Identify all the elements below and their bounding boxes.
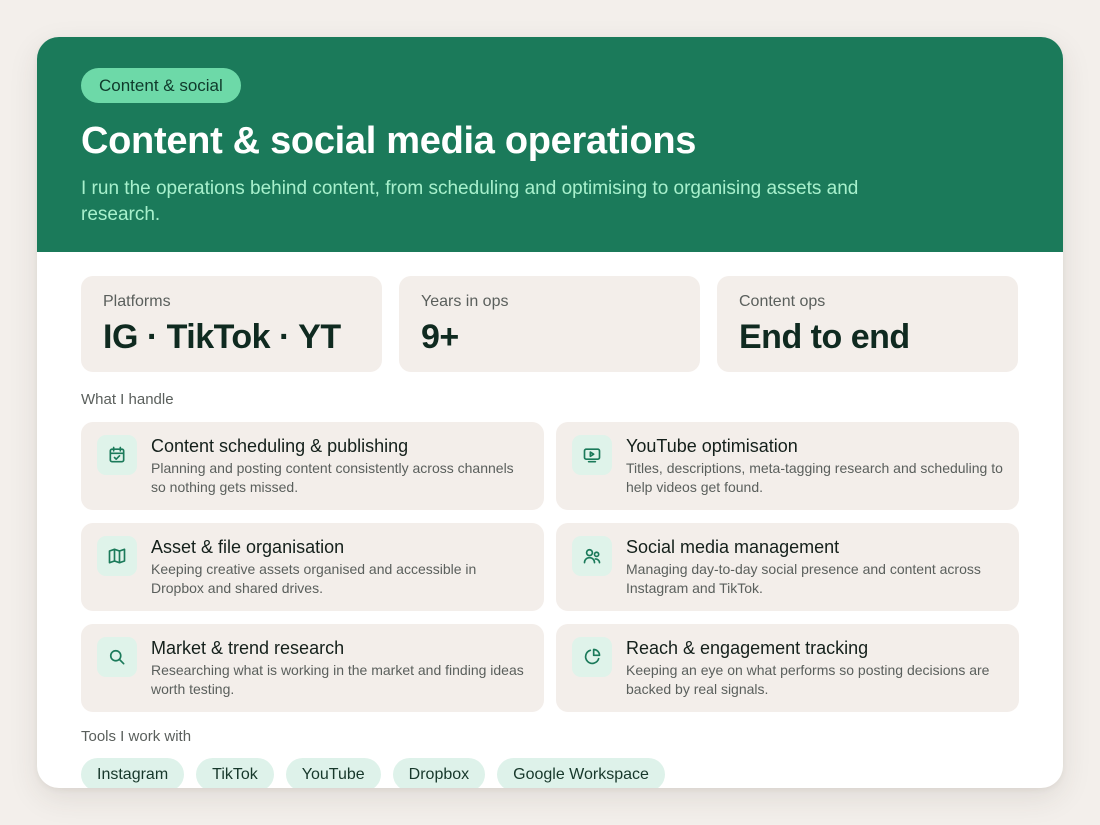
users-icon [572, 536, 612, 576]
stat-label: Platforms [103, 293, 171, 310]
stats-row: Platforms IG · TikTok · YT Years in ops … [81, 276, 1019, 372]
search-icon [97, 637, 137, 677]
profile-card: Content & social Content & social media … [37, 37, 1063, 788]
tool-chip-tiktok: TikTok [196, 758, 274, 788]
stat-value: End to end [739, 318, 910, 356]
section-label-handle: What I handle [81, 391, 174, 408]
service-item: Asset & file organisation Keeping creati… [81, 523, 544, 611]
service-title: Content scheduling & publishing [151, 436, 409, 456]
stat-platforms: Platforms IG · TikTok · YT [81, 276, 382, 372]
tool-chip-instagram: Instagram [81, 758, 185, 788]
tool-chip-dropbox: Dropbox [392, 758, 486, 788]
service-title: Market & trend research [151, 638, 345, 658]
service-item: Content scheduling & publishing Planning… [81, 422, 544, 510]
service-item: Market & trend research Researching what… [81, 624, 544, 712]
calendar-check-icon [97, 435, 137, 475]
service-description: Researching what is working in the marke… [151, 662, 524, 697]
section-label-tools: Tools I work with [81, 728, 192, 745]
service-description: Planning and posting content consistentl… [151, 460, 514, 495]
service-item: Social media management Managing day-to-… [556, 523, 1019, 611]
service-item: Reach & engagement tracking Keeping an e… [556, 624, 1019, 712]
tool-chip-google-workspace: Google Workspace [497, 758, 665, 788]
video-play-icon [572, 435, 612, 475]
category-badge: Content & social [81, 68, 241, 103]
stat-label: Content ops [739, 293, 826, 310]
page-title: Content & social media operations [81, 120, 697, 162]
stat-value: IG · TikTok · YT [103, 318, 341, 356]
pie-chart-icon [572, 637, 612, 677]
service-description: Keeping creative assets organised and ac… [151, 561, 477, 596]
map-icon [97, 536, 137, 576]
service-item: YouTube optimisation Titles, description… [556, 422, 1019, 510]
stat-content-ops: Content ops End to end [717, 276, 1018, 372]
service-title: YouTube optimisation [626, 436, 798, 456]
stat-value: 9+ [421, 318, 459, 356]
stat-years: Years in ops 9+ [399, 276, 700, 372]
stat-label: Years in ops [421, 293, 509, 310]
card-body: Platforms IG · TikTok · YT Years in ops … [37, 252, 1063, 788]
tools-list: Instagram TikTok YouTube Dropbox Google … [81, 758, 1019, 788]
service-title: Asset & file organisation [151, 537, 345, 557]
service-description: Titles, descriptions, meta-tagging resea… [626, 460, 1003, 495]
service-description: Keeping an eye on what performs so posti… [626, 662, 990, 697]
hero-banner: Content & social Content & social media … [37, 37, 1063, 252]
service-description: Managing day-to-day social presence and … [626, 561, 981, 596]
service-title: Social media management [626, 537, 840, 557]
service-title: Reach & engagement tracking [626, 638, 869, 658]
page-subtitle: I run the operations behind content, fro… [81, 178, 859, 225]
services-grid: Content scheduling & publishing Planning… [81, 422, 1019, 712]
tool-chip-youtube: YouTube [285, 758, 381, 788]
